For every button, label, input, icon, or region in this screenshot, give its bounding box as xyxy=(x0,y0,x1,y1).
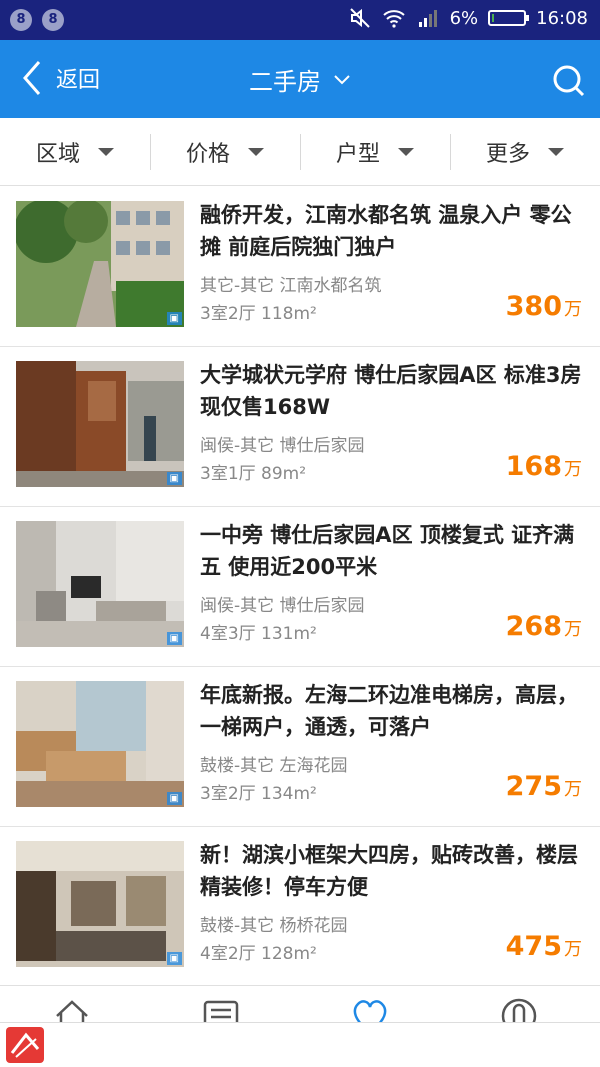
filter-label: 户型 xyxy=(335,141,380,167)
listing-photo: ▣ xyxy=(16,521,184,647)
listing-photo: ▣ xyxy=(16,841,184,967)
price-unit: 万 xyxy=(564,779,582,800)
notification-icon: 8 xyxy=(42,9,64,31)
watermark-logo: ▣ xyxy=(166,792,182,805)
price-unit: 万 xyxy=(564,299,582,320)
listing-photo: ▣ xyxy=(16,201,184,327)
price-value: 268 xyxy=(505,611,562,642)
status-bar: 8 8 6% 16:08 xyxy=(0,0,600,40)
price-value: 275 xyxy=(505,771,562,802)
price-value: 380 xyxy=(505,291,562,322)
filter-label: 价格 xyxy=(185,141,230,167)
watermark-logo: ▣ xyxy=(166,632,182,645)
listing-title: 大学城状元学府 博仕后家园A区 标准3房 现仅售168W xyxy=(200,363,582,419)
filter-region[interactable]: 区域 xyxy=(0,118,150,185)
caret-down-icon xyxy=(98,147,114,156)
price-value: 475 xyxy=(505,931,562,962)
listing-rooms: 3室2厅 134m² xyxy=(200,784,317,804)
listing-area: 闽侯-其它 博仕后家园 xyxy=(200,596,365,616)
price-value: 168 xyxy=(505,451,562,482)
listing-rooms: 3室1厅 89m² xyxy=(200,464,307,484)
app-badge-strip xyxy=(0,1022,600,1067)
listing-price: 380 万 xyxy=(506,291,582,322)
signal-icon xyxy=(418,10,437,27)
listing-item[interactable]: ▣ 大学城状元学府 博仕后家园A区 标准3房 现仅售168W 闽侯-其它 博仕后… xyxy=(0,347,600,507)
listing-rooms: 4室3厅 131m² xyxy=(200,624,317,644)
listing-area: 闽侯-其它 博仕后家园 xyxy=(200,436,365,456)
battery-percent: 6% xyxy=(449,7,479,29)
listing-area: 其它-其它 江南水都名筑 xyxy=(200,276,382,296)
caret-down-icon xyxy=(398,147,414,156)
price-unit: 万 xyxy=(564,459,582,480)
listing-photo: ▣ xyxy=(16,681,184,807)
listing-price: 475 万 xyxy=(506,931,582,962)
watermark-logo: ▣ xyxy=(166,312,182,325)
notification-icons: 8 8 xyxy=(10,9,64,31)
listing-rooms: 4室2厅 128m² xyxy=(200,944,317,964)
nav-bar: 返回 二手房 xyxy=(0,40,600,118)
battery-icon xyxy=(488,10,530,26)
listing-area: 鼓楼-其它 杨桥花园 xyxy=(200,916,348,936)
watermark-logo: ▣ xyxy=(166,952,182,965)
listing-area: 鼓楼-其它 左海花园 xyxy=(200,756,348,776)
listing-photo: ▣ xyxy=(16,361,184,487)
listing-title: 融侨开发，江南水都名筑 温泉入户 零公摊 前庭后院独门独户 xyxy=(200,203,572,259)
app-logo-icon[interactable] xyxy=(6,1027,44,1063)
page-title-dropdown[interactable]: 二手房 xyxy=(0,62,600,97)
filter-layout[interactable]: 户型 xyxy=(300,118,450,185)
search-icon[interactable] xyxy=(550,62,586,98)
filter-label: 更多 xyxy=(485,141,530,167)
chevron-down-icon xyxy=(334,74,350,84)
caret-down-icon xyxy=(248,147,264,156)
listing-price: 275 万 xyxy=(506,771,582,802)
price-unit: 万 xyxy=(564,939,582,960)
filter-label: 区域 xyxy=(35,141,80,167)
clock: 16:08 xyxy=(536,7,588,29)
listing-price: 168 万 xyxy=(506,451,582,482)
listing-title: 新！湖滨小框架大四房，贴砖改善，楼层精装修！停车方便 xyxy=(200,843,578,899)
wifi-icon xyxy=(382,10,405,28)
filter-bar: 区域 价格 户型 更多 xyxy=(0,118,600,186)
listing-item[interactable]: ▣ 年底新报。左海二环边准电梯房，高层，一梯两户，通透，可落户 鼓楼-其它 左海… xyxy=(0,667,600,827)
filter-price[interactable]: 价格 xyxy=(150,118,300,185)
listing-item[interactable]: ▣ 融侨开发，江南水都名筑 温泉入户 零公摊 前庭后院独门独户 其它-其它 江南… xyxy=(0,187,600,347)
listing-title: 年底新报。左海二环边准电梯房，高层，一梯两户，通透，可落户 xyxy=(200,683,578,739)
page-title: 二手房 xyxy=(249,68,321,96)
price-unit: 万 xyxy=(564,619,582,640)
mute-icon xyxy=(349,8,370,28)
caret-down-icon xyxy=(548,147,564,156)
filter-more[interactable]: 更多 xyxy=(450,118,600,185)
listing-item[interactable]: ▣ 一中旁 博仕后家园A区 顶楼复式 证齐满五 使用近200平米 闽侯-其它 博… xyxy=(0,507,600,667)
notification-icon: 8 xyxy=(10,9,32,31)
listing-rooms: 3室2厅 118m² xyxy=(200,304,317,324)
listing-price: 268 万 xyxy=(506,611,582,642)
listing-item[interactable]: ▣ 新！湖滨小框架大四房，贴砖改善，楼层精装修！停车方便 鼓楼-其它 杨桥花园 … xyxy=(0,827,600,987)
listing-title: 一中旁 博仕后家园A区 顶楼复式 证齐满五 使用近200平米 xyxy=(200,523,575,579)
watermark-logo: ▣ xyxy=(166,472,182,485)
listing-list: ▣ 融侨开发，江南水都名筑 温泉入户 零公摊 前庭后院独门独户 其它-其它 江南… xyxy=(0,187,600,987)
